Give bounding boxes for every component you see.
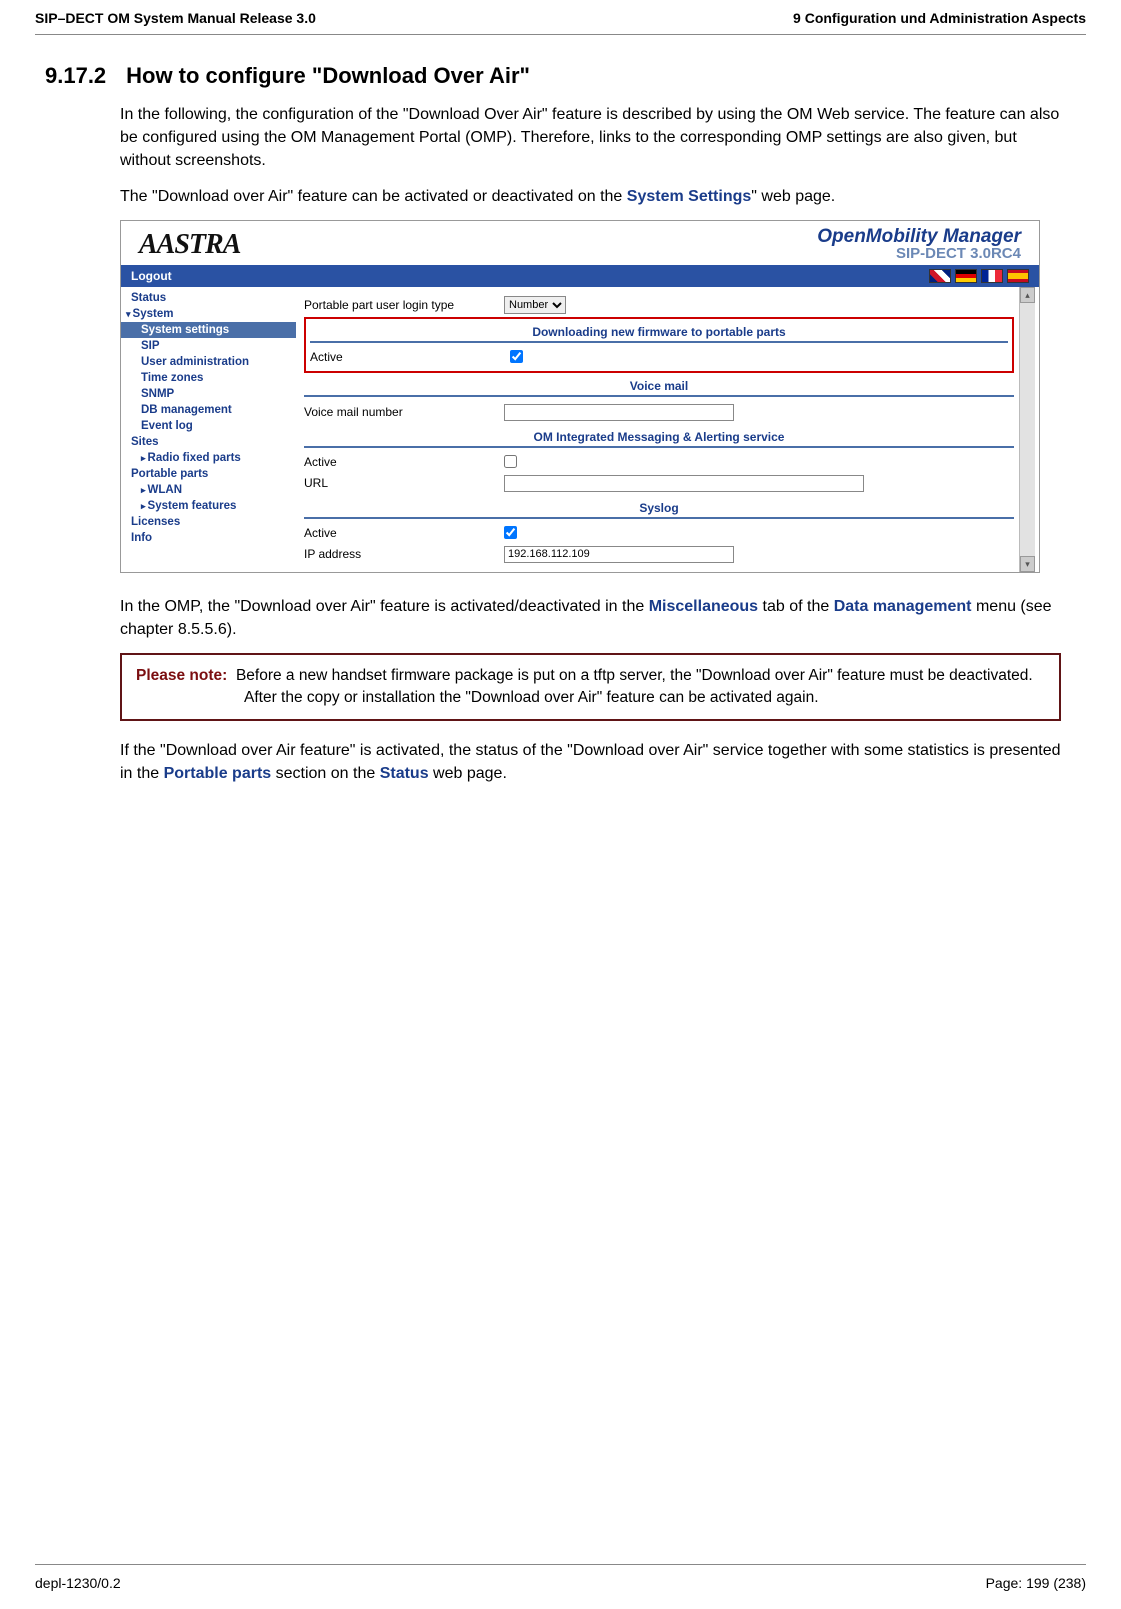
section-header-voicemail: Voice mail — [304, 379, 1014, 397]
nav-sysfeat[interactable]: System features — [121, 498, 296, 514]
voicemail-label: Voice mail number — [304, 405, 504, 419]
highlighted-section: Downloading new firmware to portable par… — [304, 317, 1014, 373]
nav-snmp[interactable]: SNMP — [121, 386, 296, 402]
active-label-2: Active — [304, 455, 504, 469]
link-portable-parts[interactable]: Portable parts — [164, 765, 272, 782]
active-checkbox-download[interactable] — [510, 350, 523, 363]
active-label-1: Active — [310, 350, 510, 364]
nav-system-settings[interactable]: System settings — [121, 322, 296, 338]
nav-sites[interactable]: Sites — [121, 434, 296, 450]
header-left: SIP–DECT OM System Manual Release 3.0 — [35, 10, 316, 26]
section-heading: 9.17.2 How to configure "Download Over A… — [45, 63, 1086, 89]
section-header-syslog: Syslog — [304, 501, 1014, 519]
nav-licenses[interactable]: Licenses — [121, 514, 296, 530]
ip-label: IP address — [304, 547, 504, 561]
scroll-up-icon[interactable]: ▴ — [1020, 287, 1035, 303]
section-number: 9.17.2 — [45, 63, 120, 89]
footer-left: depl-1230/0.2 — [35, 1575, 121, 1591]
link-miscellaneous[interactable]: Miscellaneous — [649, 598, 758, 615]
nav-system[interactable]: System — [121, 306, 296, 322]
header-right: 9 Configuration und Administration Aspec… — [793, 10, 1086, 26]
nav-db-mgmt[interactable]: DB management — [121, 402, 296, 418]
footer-right: Page: 199 (238) — [986, 1575, 1086, 1591]
link-system-settings[interactable]: System Settings — [627, 188, 751, 205]
link-status[interactable]: Status — [380, 765, 429, 782]
scrollbar[interactable]: ▴ ▾ — [1019, 287, 1035, 572]
page-header: SIP–DECT OM System Manual Release 3.0 9 … — [35, 10, 1086, 35]
note-box: Please note: Before a new handset firmwa… — [120, 653, 1061, 720]
nav-sip[interactable]: SIP — [121, 338, 296, 354]
nav-info[interactable]: Info — [121, 530, 296, 546]
flag-fr-icon[interactable] — [981, 269, 1003, 283]
login-type-label: Portable part user login type — [304, 298, 504, 312]
nav-wlan[interactable]: WLAN — [121, 482, 296, 498]
section-header-download: Downloading new firmware to portable par… — [310, 325, 1008, 343]
language-flags — [929, 269, 1029, 283]
paragraph-1: In the following, the configuration of t… — [120, 103, 1061, 173]
section-title: How to configure "Download Over Air" — [126, 63, 530, 88]
scroll-down-icon[interactable]: ▾ — [1020, 556, 1035, 572]
flag-uk-icon[interactable] — [929, 269, 951, 283]
ip-input[interactable] — [504, 546, 734, 563]
link-data-management[interactable]: Data management — [834, 598, 972, 615]
active-label-3: Active — [304, 526, 504, 540]
screenshot-main: ▴ ▾ Portable part user login type Number… — [296, 287, 1039, 572]
voicemail-input[interactable] — [504, 404, 734, 421]
flag-de-icon[interactable] — [955, 269, 977, 283]
active-checkbox-ima[interactable] — [504, 455, 517, 468]
paragraph-3: In the OMP, the "Download over Air" feat… — [120, 595, 1061, 641]
nav-user-admin[interactable]: User administration — [121, 354, 296, 370]
note-text: Before a new handset firmware package is… — [236, 667, 1033, 706]
brand-logo: AASTRA — [139, 229, 240, 261]
section-header-ima: OM Integrated Messaging & Alerting servi… — [304, 430, 1014, 448]
sidebar-nav: Status System System settings SIP User a… — [121, 287, 296, 572]
logout-link[interactable]: Logout — [131, 269, 172, 283]
nav-radio[interactable]: Radio fixed parts — [121, 450, 296, 466]
nav-event-log[interactable]: Event log — [121, 418, 296, 434]
active-checkbox-syslog[interactable] — [504, 526, 517, 539]
paragraph-2: The "Download over Air" feature can be a… — [120, 185, 1061, 208]
paragraph-4: If the "Download over Air feature" is ac… — [120, 739, 1061, 785]
nav-time-zones[interactable]: Time zones — [121, 370, 296, 386]
app-title: OpenMobility Manager SIP-DECT 3.0RC4 — [817, 227, 1021, 261]
url-input[interactable] — [504, 475, 864, 492]
nav-status[interactable]: Status — [121, 290, 296, 306]
login-type-select[interactable]: Number — [504, 296, 566, 314]
url-label: URL — [304, 476, 504, 490]
screenshot-system-settings: AASTRA OpenMobility Manager SIP-DECT 3.0… — [120, 220, 1040, 573]
note-label: Please note: — [136, 667, 227, 684]
page-footer: depl-1230/0.2 Page: 199 (238) — [35, 1564, 1086, 1591]
flag-es-icon[interactable] — [1007, 269, 1029, 283]
nav-portable[interactable]: Portable parts — [121, 466, 296, 482]
